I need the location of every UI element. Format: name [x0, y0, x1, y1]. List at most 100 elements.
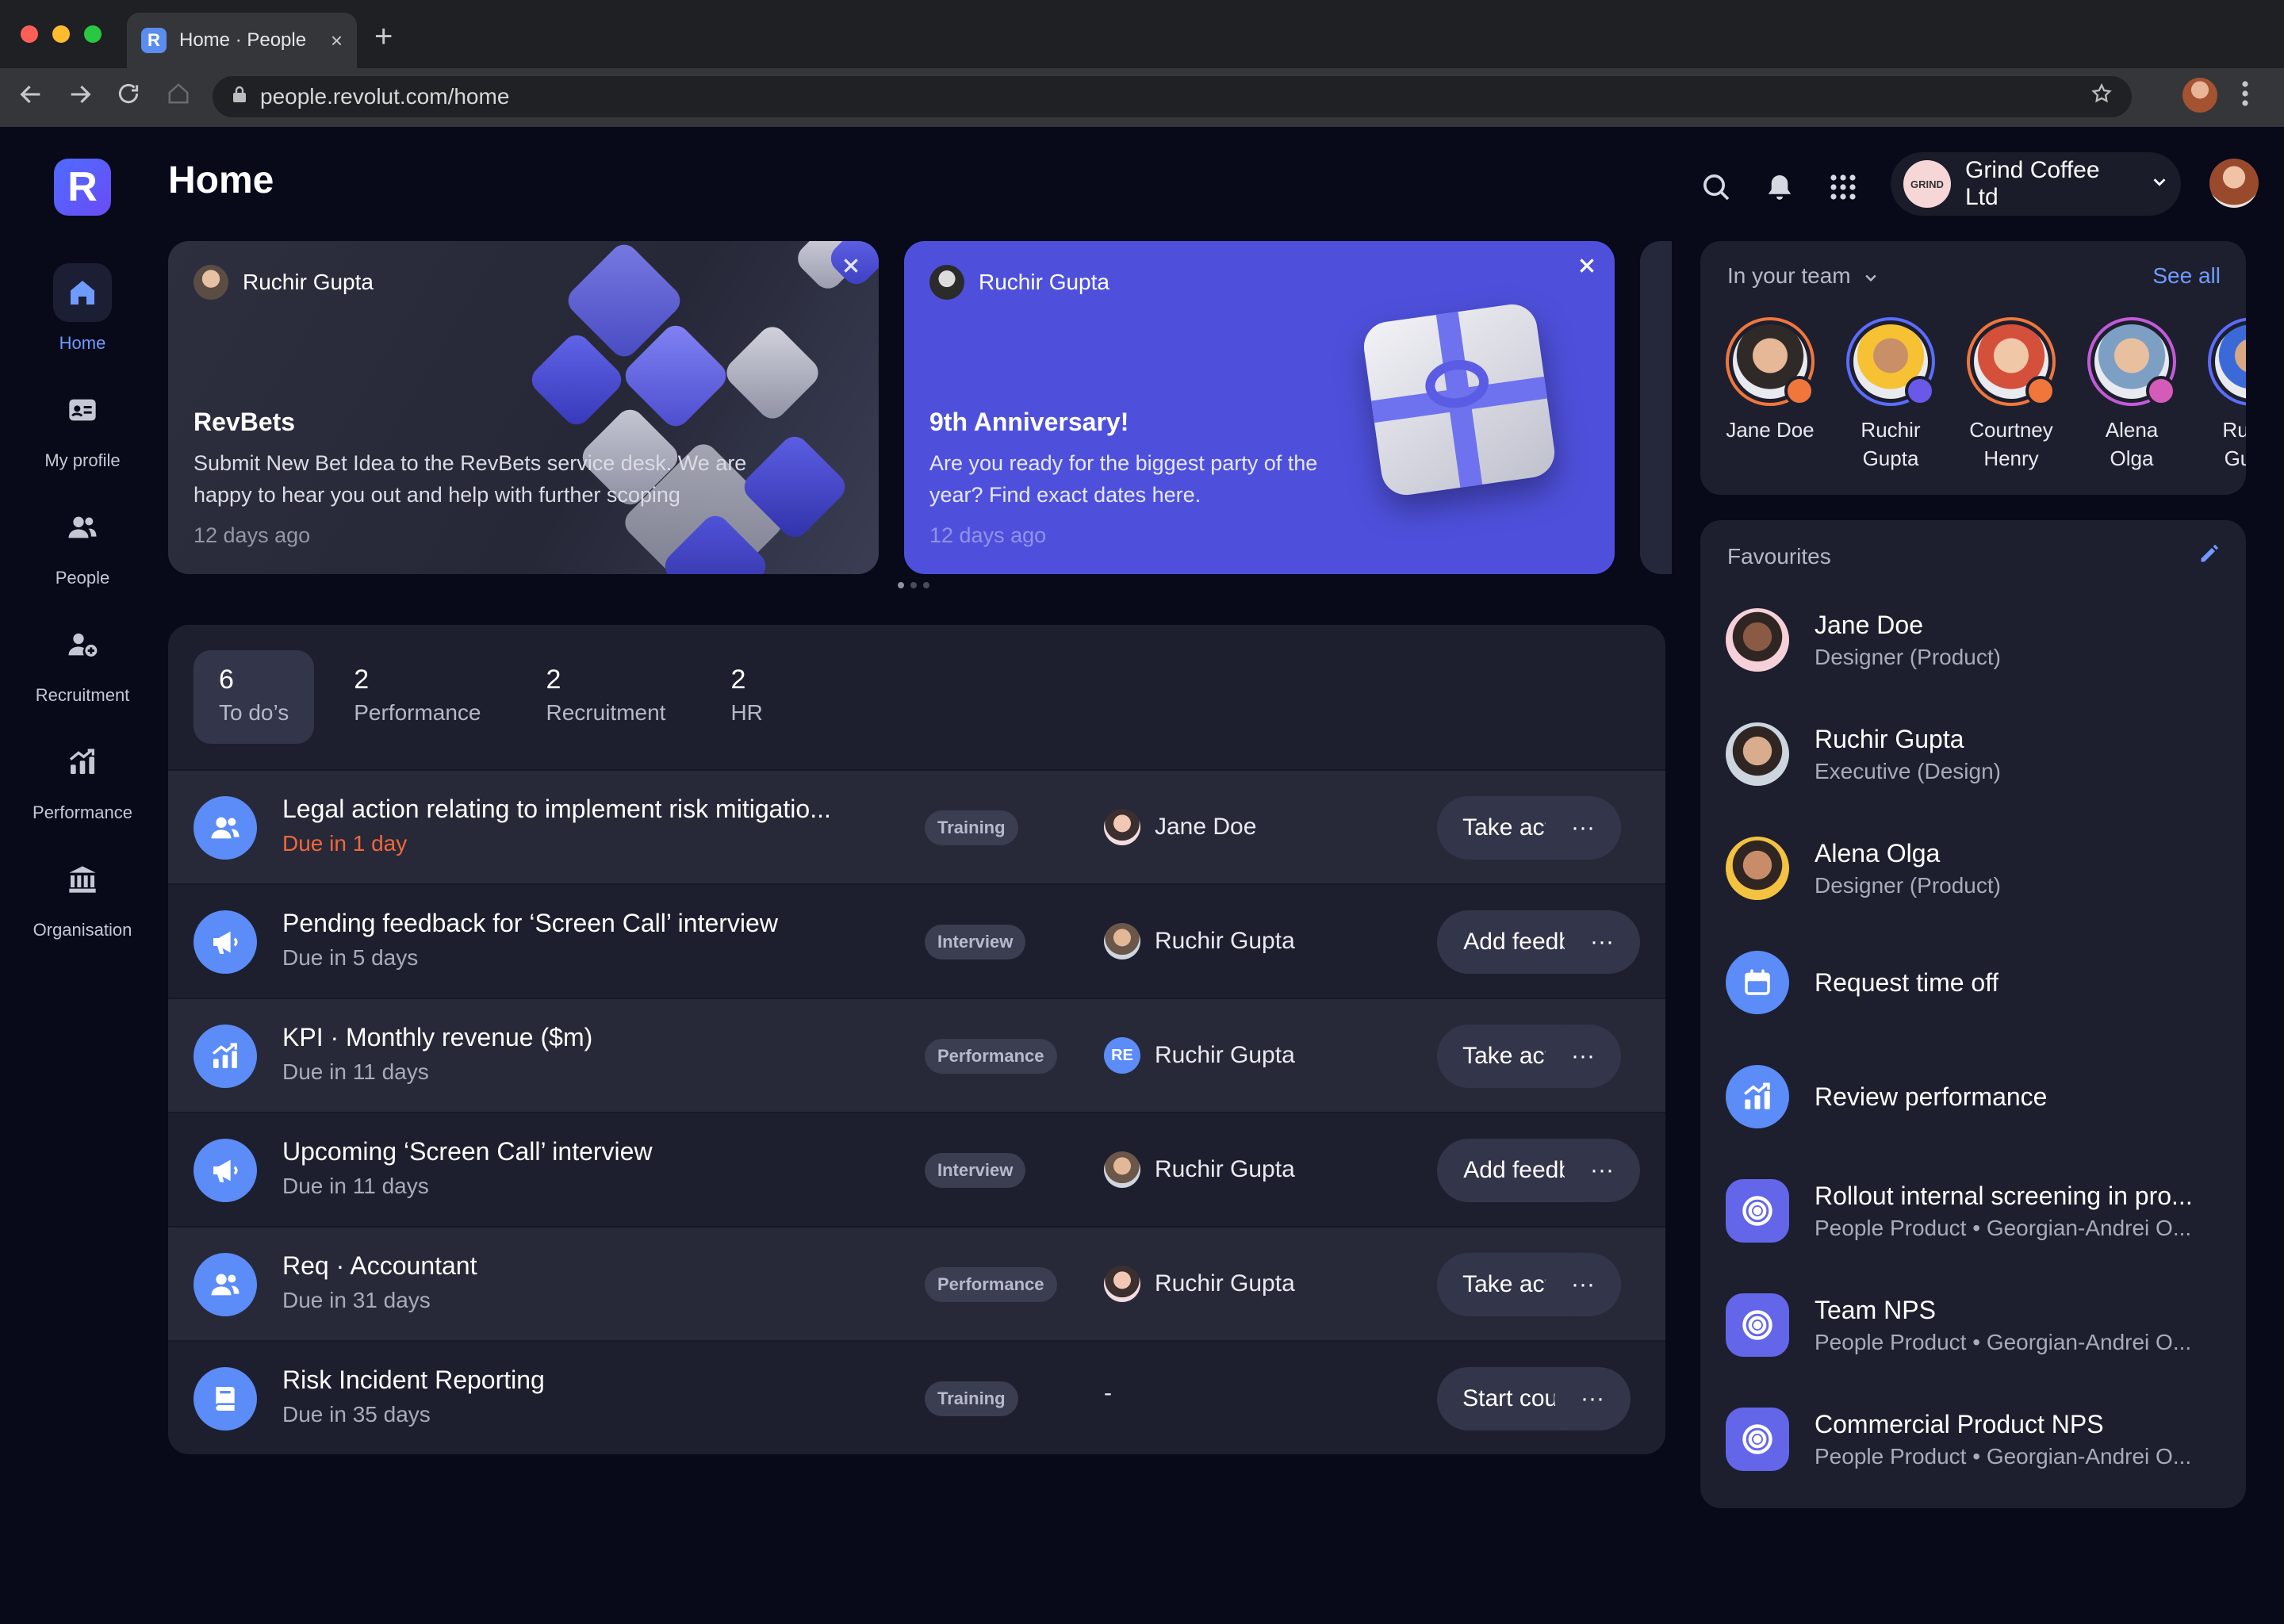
- assignee[interactable]: RE Ruchir Gupta: [1104, 1037, 1295, 1074]
- sidebar-item-performance[interactable]: Performance: [0, 733, 165, 823]
- todo-title[interactable]: Risk Incident Reporting: [282, 1365, 545, 1395]
- notification-bell-icon[interactable]: [1759, 167, 1800, 208]
- tab-todos[interactable]: 6 To do’s: [194, 650, 315, 744]
- assignee[interactable]: Jane Doe: [1104, 809, 1256, 845]
- close-icon[interactable]: [841, 255, 861, 282]
- todo-row[interactable]: Upcoming ‘Screen Call’ interview Due in …: [168, 1112, 1665, 1226]
- favourite-item[interactable]: Alena Olga Designer (Product): [1726, 825, 2225, 912]
- announcement-card-revbets[interactable]: Ruchir Gupta RevBets Submit New Bet Idea…: [168, 241, 879, 574]
- favourite-item[interactable]: Ruchir Gupta Executive (Design): [1726, 710, 2225, 798]
- todo-title[interactable]: KPI · Monthly revenue ($m): [282, 1023, 592, 1052]
- card-author: Ruchir Gupta: [929, 265, 1109, 300]
- tab-recruitment[interactable]: 2 Recruitment: [521, 650, 692, 744]
- back-icon[interactable]: [17, 81, 44, 115]
- home-icon[interactable]: [167, 81, 190, 113]
- tab-close-icon[interactable]: ×: [331, 29, 343, 53]
- todo-row[interactable]: Pending feedback for ‘Screen Call’ inter…: [168, 883, 1665, 998]
- favourite-subtitle: People Product • Georgian-Andrei O...: [1815, 1215, 2192, 1240]
- tab-performance[interactable]: 2 Performance: [328, 650, 506, 744]
- team-member[interactable]: Ruchir Gupta: [2208, 317, 2246, 473]
- more-options-icon[interactable]: ···: [1564, 1139, 1640, 1202]
- team-member[interactable]: Alena Olga: [2087, 317, 2176, 473]
- user-avatar[interactable]: [2209, 159, 2259, 208]
- team-member[interactable]: Jane Doe: [1726, 317, 1815, 473]
- target-icon: [1726, 1179, 1789, 1243]
- todo-title[interactable]: Pending feedback for ‘Screen Call’ inter…: [282, 909, 778, 938]
- pagination-dot[interactable]: [923, 582, 929, 588]
- announcement-card-anniversary[interactable]: Ruchir Gupta 9th Anniversary! Are you re…: [904, 241, 1615, 574]
- more-options-icon[interactable]: ···: [1545, 1025, 1621, 1088]
- assignee[interactable]: Ruchir Gupta: [1104, 1266, 1295, 1302]
- carousel-pagination[interactable]: [898, 582, 929, 588]
- more-options-icon[interactable]: ···: [1554, 1367, 1631, 1431]
- more-options-icon[interactable]: ···: [1545, 796, 1621, 860]
- sidebar-item-recruitment[interactable]: Recruitment: [0, 615, 165, 706]
- browser-tab[interactable]: R Home · People ×: [127, 13, 357, 68]
- favourite-item[interactable]: Review performance: [1726, 1053, 2225, 1140]
- favourite-text: Jane Doe Designer (Product): [1815, 611, 2001, 670]
- assignee[interactable]: Ruchir Gupta: [1104, 923, 1295, 959]
- todo-title[interactable]: Req · Accountant: [282, 1251, 477, 1281]
- favourite-item[interactable]: Team NPS People Product • Georgian-Andre…: [1726, 1281, 2225, 1369]
- favourite-text: Rollout internal screening in pro... Peo…: [1815, 1182, 2193, 1241]
- assignee[interactable]: Ruchir Gupta: [1104, 1151, 1295, 1188]
- todo-list: Legal action relating to implement risk …: [168, 769, 1665, 1454]
- pagination-dot[interactable]: [910, 582, 917, 588]
- new-tab-icon[interactable]: +: [374, 19, 393, 55]
- team-member[interactable]: Ruchir Gupta: [1846, 317, 1935, 473]
- sidebar-item-organisation[interactable]: Organisation: [0, 850, 165, 940]
- favourite-item[interactable]: Commercial Product NPS People Product • …: [1726, 1396, 2225, 1483]
- todo-row[interactable]: Legal action relating to implement risk …: [168, 769, 1665, 883]
- status-badge-icon: [1905, 376, 1935, 406]
- pagination-dot[interactable]: [898, 582, 904, 588]
- see-all-link[interactable]: See all: [2152, 263, 2221, 289]
- sidebar-item-people[interactable]: People: [0, 498, 165, 588]
- favourite-item[interactable]: Rollout internal screening in pro... Peo…: [1726, 1167, 2225, 1254]
- sidebar-item-home[interactable]: Home: [0, 263, 165, 354]
- search-icon[interactable]: [1696, 167, 1737, 208]
- author-name: Ruchir Gupta: [979, 270, 1109, 294]
- favicon-icon: R: [141, 28, 167, 53]
- star-icon[interactable]: [2090, 82, 2113, 111]
- card-description: Submit New Bet Idea to the RevBets servi…: [194, 451, 747, 507]
- announcement-card-peek[interactable]: [1640, 241, 1672, 574]
- calendar-icon: [1726, 951, 1789, 1014]
- sidebar-item-label: My profile: [44, 450, 121, 470]
- apps-grid-icon[interactable]: [1822, 167, 1864, 208]
- more-options-icon[interactable]: ···: [1564, 910, 1640, 974]
- team-members: Jane Doe Ruchir Gupta Courtney Henry Ale…: [1726, 317, 2246, 473]
- revolut-logo[interactable]: R: [54, 159, 111, 216]
- browser-profile-avatar[interactable]: [2182, 78, 2217, 113]
- todo-title[interactable]: Upcoming ‘Screen Call’ interview: [282, 1137, 653, 1166]
- todo-row[interactable]: Req · Accountant Due in 31 days Performa…: [168, 1226, 1665, 1340]
- chevron-down-icon: [2151, 173, 2168, 195]
- todo-title[interactable]: Legal action relating to implement risk …: [282, 795, 831, 824]
- todo-row[interactable]: Risk Incident Reporting Due in 35 days T…: [168, 1340, 1665, 1454]
- address-bar[interactable]: people.revolut.com/home: [213, 76, 2132, 117]
- favourite-item[interactable]: Request time off: [1726, 939, 2225, 1026]
- sidebar-item-my-profile[interactable]: My profile: [0, 381, 165, 471]
- forward-icon[interactable]: [67, 81, 94, 115]
- status-badge-icon: [2025, 376, 2056, 406]
- window-zoom-dot[interactable]: [84, 25, 102, 43]
- company-switcher[interactable]: GRIND Grind Coffee Ltd: [1891, 152, 2181, 216]
- reload-icon[interactable]: [116, 81, 141, 113]
- todo-due: Due in 11 days: [282, 1059, 429, 1084]
- team-member[interactable]: Courtney Henry: [1967, 317, 2056, 473]
- todo-row[interactable]: KPI · Monthly revenue ($m) Due in 11 day…: [168, 998, 1665, 1112]
- app-root: R Home My profile People Recruitment Per…: [0, 127, 2284, 1624]
- team-heading[interactable]: In your team: [1727, 263, 1879, 289]
- more-options-icon[interactable]: ···: [1545, 1253, 1621, 1316]
- browser-toolbar: people.revolut.com/home: [0, 68, 2284, 127]
- favourite-item[interactable]: Jane Doe Designer (Product): [1726, 596, 2225, 684]
- edit-pencil-icon[interactable]: [2198, 542, 2221, 569]
- menu-icon[interactable]: [2241, 79, 2249, 115]
- window-close-dot[interactable]: [21, 25, 38, 43]
- favourite-subtitle: People Product • Georgian-Andrei O...: [1815, 1443, 2192, 1469]
- close-icon[interactable]: [1577, 255, 1597, 282]
- status-badge-icon: [1784, 376, 1815, 406]
- todo-tag: Interview: [925, 925, 1026, 959]
- window-minimize-dot[interactable]: [52, 25, 70, 43]
- tab-label: Performance: [354, 700, 481, 725]
- tab-hr[interactable]: 2 HR: [705, 650, 788, 744]
